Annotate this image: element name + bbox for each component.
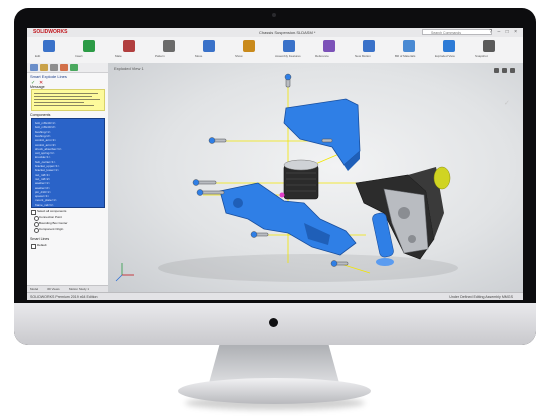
ribbon-button-icon[interactable]	[283, 40, 295, 52]
ribbon-button-label[interactable]: Move	[195, 54, 202, 58]
power-button-icon	[269, 318, 278, 327]
ribbon-button-icon[interactable]	[203, 40, 215, 52]
property-manager-panel: Smart Explode Lines ✓ ✕ Message Componen…	[27, 63, 109, 292]
ribbon-button-icon[interactable]	[323, 40, 335, 52]
ribbon-button-label[interactable]: Reference	[315, 54, 329, 58]
graphics-viewport[interactable]: Exploded View 1 ✓	[108, 63, 523, 292]
document-title: Chassis Suspension.SLDASM *	[259, 30, 316, 35]
tab-3d-views[interactable]: 3D Views	[47, 287, 60, 291]
command-manager-ribbon: Edit Insert Mate Pattern Move Show Assembly Fe…	[27, 37, 523, 64]
status-left: SOLIDWORKS Premium 2019 x64 Edition	[30, 295, 98, 299]
ribbon-button-label[interactable]: Mate	[115, 54, 122, 58]
bottom-tabs: Model 3D Views Motion Study 1	[27, 285, 108, 292]
app-logo: SOLIDWORKS	[33, 29, 68, 35]
ribbon-button-icon[interactable]	[443, 40, 455, 52]
screen: SOLIDWORKS Chassis Suspension.SLDASM * S…	[27, 28, 523, 300]
property-manager-title: Smart Explode Lines	[30, 74, 67, 79]
ribbon-button-icon[interactable]	[483, 40, 495, 52]
ribbon-button-icon[interactable]	[83, 40, 95, 52]
tab-model[interactable]: Model	[30, 287, 38, 291]
ribbon-button-label[interactable]: Edit	[35, 54, 40, 58]
ribbon-button-label[interactable]: Show	[235, 54, 243, 58]
select-all-label: Select all components	[37, 209, 67, 213]
configuration-tab-icon[interactable]	[50, 64, 58, 71]
bounding-box-label: Bounding Box Center	[39, 221, 68, 225]
components-heading: Components	[30, 113, 51, 117]
window-controls[interactable]: ? – □ ×	[489, 29, 519, 35]
ribbon-button-icon[interactable]	[243, 40, 255, 52]
feature-tree-tab-icon[interactable]	[30, 64, 38, 71]
search-input[interactable]: Search Commands	[422, 29, 492, 35]
ribbon-button-label[interactable]: Bill of Materials	[395, 54, 415, 58]
connection-point-label: Connection Point	[39, 215, 62, 219]
component-list-item[interactable]: frame_rail<1>	[35, 203, 54, 207]
ribbon-button-icon[interactable]	[43, 40, 55, 52]
message-box	[31, 89, 105, 111]
ribbon-button-label[interactable]: Pattern	[155, 54, 165, 58]
confirmation-corner-check-icon: ✓	[504, 99, 510, 107]
triad-axis-icon	[115, 263, 134, 282]
status-bar: SOLIDWORKS Premium 2019 x64 Edition Unde…	[27, 292, 523, 300]
select-all-checkbox[interactable]	[31, 210, 36, 215]
ribbon-button-label[interactable]: Insert	[75, 54, 83, 58]
ribbon-button-label[interactable]: Snapshot	[475, 54, 488, 58]
smart-lines-heading: Smart Lines	[30, 237, 50, 241]
panel-tabs	[27, 63, 108, 73]
ribbon-button-icon[interactable]	[363, 40, 375, 52]
dimxpert-tab-icon[interactable]	[60, 64, 68, 71]
smart-lines-checkbox[interactable]	[31, 244, 36, 249]
tab-motion-study[interactable]: Motion Study 1	[69, 287, 89, 291]
components-list[interactable]: bolt_m8x40<1> bolt_m8x40<2> bushing<1> bush…	[31, 118, 105, 208]
shock-absorber	[283, 159, 319, 200]
model-shadow	[158, 254, 458, 282]
ribbon-button-icon[interactable]	[163, 40, 175, 52]
heads-up-toolbar-icon	[494, 68, 515, 73]
component-origin-label: Component Origin	[39, 227, 64, 231]
ribbon-button-icon[interactable]	[123, 40, 135, 52]
ribbon-button-label[interactable]: Assembly Features	[275, 54, 301, 58]
ribbon-button-label[interactable]: Exploded View	[435, 54, 455, 58]
ribbon-button-label[interactable]: New Motion	[355, 54, 371, 58]
exploded-assembly-model[interactable]: ✓	[108, 63, 523, 292]
webcam-icon	[272, 13, 276, 17]
display-tab-icon[interactable]	[70, 64, 78, 71]
monitor-stand-base	[178, 378, 371, 404]
smart-lines-value: Default	[37, 243, 47, 247]
ribbon-button-icon[interactable]	[403, 40, 415, 52]
property-manager-tab-icon[interactable]	[40, 64, 48, 71]
status-right: Under Defined Editing Assembly MMGS	[449, 295, 513, 299]
